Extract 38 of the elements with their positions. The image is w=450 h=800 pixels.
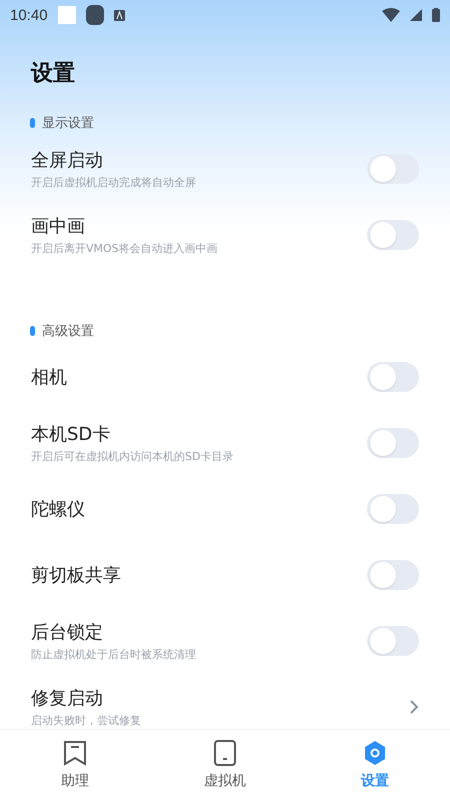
setting-title: 相机 <box>31 366 67 389</box>
setting-description: 开启后离开VMOS将会自动进入画中画 <box>31 241 218 256</box>
setting-description: 启动失败时，尝试修复 <box>31 713 141 728</box>
setting-title: 全屏启动 <box>31 149 104 172</box>
bookmark-icon <box>63 740 87 766</box>
setting-description: 防止虚拟机处于后台时被系统清理 <box>31 647 196 662</box>
toggle-switch[interactable] <box>367 220 419 250</box>
setting-title: 本机SD卡 <box>31 423 112 446</box>
tablet-icon <box>214 740 236 766</box>
setting-description: 开启后可在虚拟机内访问本机的SD卡目录 <box>31 449 234 464</box>
toggle-switch[interactable] <box>367 428 419 458</box>
setting-description: 开启后虚拟机启动完成将自动全屏 <box>31 175 196 190</box>
toggle-switch[interactable] <box>367 626 419 656</box>
page-title: 设置 <box>31 60 76 88</box>
keyboard-icon <box>114 10 125 20</box>
setting-title: 修复启动 <box>31 687 104 710</box>
toggle-switch[interactable] <box>367 560 419 590</box>
nav-tab[interactable]: 虚拟机 <box>150 730 300 800</box>
notification-icon <box>86 5 104 25</box>
section-marker <box>30 118 35 128</box>
chevron-right-icon[interactable] <box>409 699 419 715</box>
toggle-switch[interactable] <box>367 154 419 184</box>
signal-icon <box>410 9 422 21</box>
status-time: 10:40 <box>10 6 48 24</box>
nav-tab[interactable]: 助理 <box>0 730 150 800</box>
battery-icon <box>432 8 440 22</box>
toggle-switch[interactable] <box>367 362 419 392</box>
section-marker <box>30 326 35 336</box>
section-header: 显示设置 <box>42 115 94 132</box>
setting-title: 剪切板共享 <box>31 564 121 587</box>
setting-title: 后台锁定 <box>31 621 104 644</box>
notification-icon <box>58 6 76 24</box>
toggle-switch[interactable] <box>367 494 419 524</box>
setting-title: 画中画 <box>31 215 86 238</box>
setting-title: 陀螺仪 <box>31 498 85 521</box>
section-header: 高级设置 <box>42 323 94 340</box>
settings-icon <box>363 740 387 766</box>
wifi-icon <box>382 8 400 22</box>
